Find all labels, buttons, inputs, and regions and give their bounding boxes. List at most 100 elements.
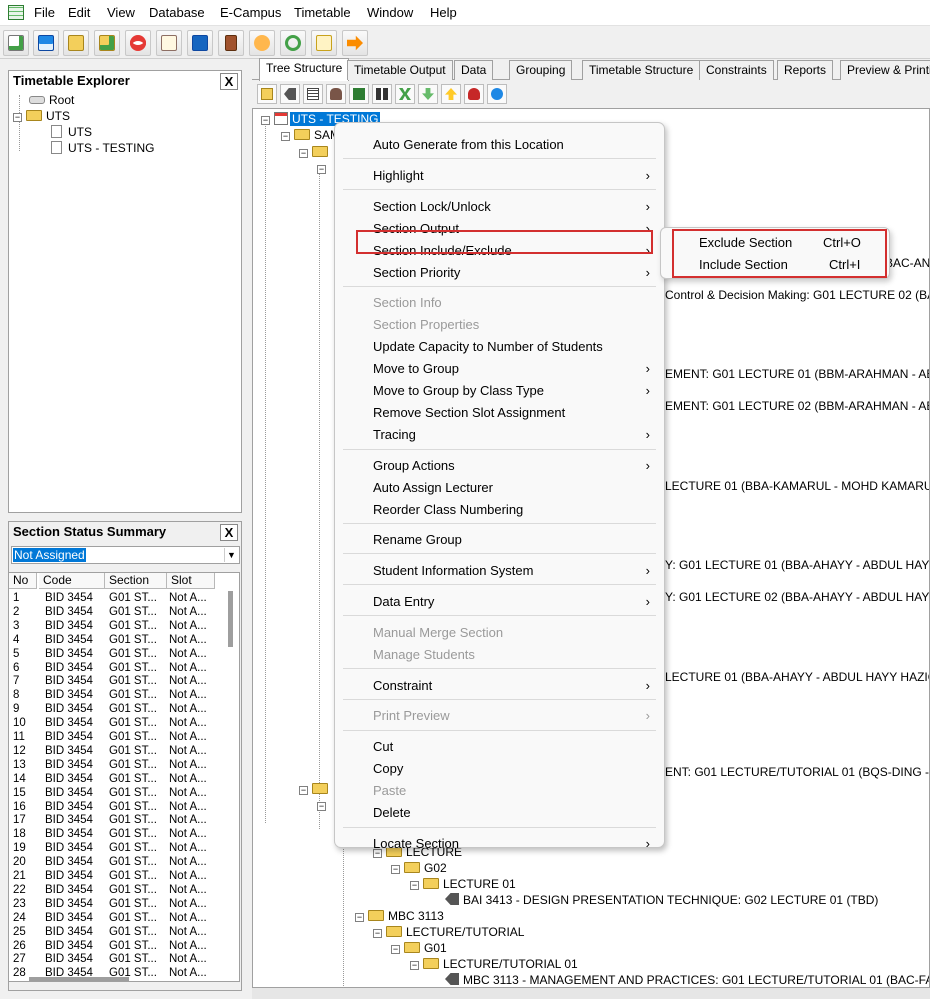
table-row[interactable]: 5 BID 3454 G01 ST... Not A... — [9, 647, 219, 661]
table-row[interactable]: 25 BID 3454 G01 ST... Not A... — [9, 925, 219, 939]
open-folder-button[interactable] — [63, 30, 89, 56]
menu-timetable[interactable]: Timetable — [294, 5, 351, 20]
table-row[interactable]: 3 BID 3454 G01 ST... Not A... — [9, 619, 219, 633]
download-button[interactable] — [418, 84, 438, 104]
table-row[interactable]: 24 BID 3454 G01 ST... Not A... — [9, 911, 219, 925]
tab-timetable-structure[interactable]: Timetable Structure — [582, 60, 701, 80]
table-row[interactable]: 18 BID 3454 G01 ST... Not A... — [9, 827, 219, 841]
table-row[interactable]: 13 BID 3454 G01 ST... Not A... — [9, 758, 219, 772]
tree-node-lecture-01[interactable]: − LECTURE 01 — [410, 877, 516, 891]
menu-edit[interactable]: Edit — [68, 5, 90, 20]
context-item-reorder-class-numbering[interactable]: Reorder Class Numbering — [335, 500, 664, 520]
table-row[interactable]: 11 BID 3454 G01 ST... Not A... — [9, 730, 219, 744]
menu-ecampus[interactable]: E-Campus — [220, 5, 281, 20]
tree-node-mbc3113[interactable]: − MBC 3113 — [355, 909, 444, 923]
users-button[interactable] — [249, 30, 275, 56]
tab-preview-printing[interactable]: Preview & Printing — [840, 60, 930, 80]
tree-uts-testing[interactable]: UTS - TESTING — [51, 141, 154, 155]
context-item-locate-section[interactable]: Locate Section › — [335, 834, 664, 854]
save-button[interactable] — [33, 30, 59, 56]
table-row[interactable]: 4 BID 3454 G01 ST... Not A... — [9, 633, 219, 647]
col-slot[interactable]: Slot — [167, 573, 215, 589]
table-row[interactable]: 15 BID 3454 G01 ST... Not A... — [9, 786, 219, 800]
table-row[interactable]: 16 BID 3454 G01 ST... Not A... — [9, 800, 219, 814]
collapse-icon[interactable]: − — [317, 802, 326, 811]
table-row[interactable]: 2 BID 3454 G01 ST... Not A... — [9, 605, 219, 619]
context-item-remove-section-slot-assignment[interactable]: Remove Section Slot Assignment — [335, 403, 664, 423]
collapse-icon[interactable]: − — [410, 881, 419, 890]
context-item-auto-assign-lecturer[interactable]: Auto Assign Lecturer — [335, 478, 664, 498]
list-button[interactable] — [303, 84, 323, 104]
tab-tree-structure[interactable]: Tree Structure — [259, 58, 350, 81]
status-close-button[interactable]: X — [220, 524, 238, 541]
tree-node-g02[interactable]: − G02 — [391, 861, 447, 875]
context-item-highlight[interactable]: Highlight › — [335, 166, 664, 186]
tree-partial-line[interactable]: EMENT: G01 LECTURE 02 (BBM-ARAHMAN - ABD… — [665, 399, 929, 413]
context-item-update-capacity-to-number-of-students[interactable]: Update Capacity to Number of Students — [335, 337, 664, 357]
context-item-delete[interactable]: Delete — [335, 803, 664, 823]
user-lock-button[interactable] — [464, 84, 484, 104]
collapse-icon[interactable]: − — [355, 913, 364, 922]
context-item-auto-generate-from-this-location[interactable]: Auto Generate from this Location — [335, 135, 664, 155]
context-item-section-include-exclude[interactable]: Section Include/Exclude › — [335, 241, 664, 261]
door-button[interactable] — [218, 30, 244, 56]
collapse-icon[interactable]: − — [317, 165, 326, 174]
tab-grouping[interactable]: Grouping — [509, 60, 573, 80]
merge-button[interactable] — [349, 84, 369, 104]
tab-data[interactable]: Data — [454, 60, 494, 80]
shuffle-button[interactable] — [395, 84, 415, 104]
person-button[interactable] — [326, 84, 346, 104]
tree-partial-line[interactable]: LECTURE 01 (BBA-KAMARUL - MOHD KAMARUL A… — [665, 479, 929, 493]
table-row[interactable]: 10 BID 3454 G01 ST... Not A... — [9, 716, 219, 730]
collapse-icon[interactable]: − — [391, 865, 400, 874]
tab-constraints[interactable]: Constraints — [699, 60, 774, 80]
context-item-student-information-system[interactable]: Student Information System › — [335, 561, 664, 581]
tree-node-lecture-tutorial-01[interactable]: − LECTURE/TUTORIAL 01 — [410, 957, 578, 971]
upload-button[interactable] — [311, 30, 337, 56]
tab-reports[interactable]: Reports — [777, 60, 834, 80]
context-item-section-lock-unlock[interactable]: Section Lock/Unlock › — [335, 197, 664, 217]
forward-button[interactable] — [342, 30, 368, 56]
table-row[interactable]: 8 BID 3454 G01 ST... Not A... — [9, 688, 219, 702]
tree-node-g01[interactable]: − G01 — [391, 941, 447, 955]
context-item-section-priority[interactable]: Section Priority › — [335, 263, 664, 283]
context-item-tracing[interactable]: Tracing › — [335, 425, 664, 445]
table-row[interactable]: 12 BID 3454 G01 ST... Not A... — [9, 744, 219, 758]
context-item-move-to-group[interactable]: Move to Group › — [335, 359, 664, 379]
table-row[interactable]: 20 BID 3454 G01 ST... Not A... — [9, 855, 219, 869]
col-code[interactable]: Code — [39, 573, 105, 589]
include-section-item[interactable]: Include Section Ctrl+I — [673, 254, 887, 276]
table-row[interactable]: 21 BID 3454 G01 ST... Not A... — [9, 869, 219, 883]
tree-node-section-bai3413[interactable]: BAI 3413 - DESIGN PRESENTATION TECHNIQUE… — [445, 893, 878, 907]
stop-button[interactable] — [125, 30, 151, 56]
tree-hscrollbar[interactable] — [252, 988, 930, 999]
explorer-close-button[interactable]: X — [220, 73, 238, 90]
tree-partial-line[interactable]: ENT: G01 LECTURE/TUTORIAL 01 (BQS-DING -… — [665, 765, 929, 779]
collapse-icon[interactable]: − — [299, 786, 308, 795]
collapse-icon[interactable]: − — [299, 149, 308, 158]
table-row[interactable]: 27 BID 3454 G01 ST... Not A... — [9, 952, 219, 966]
context-item-move-to-group-by-class-type[interactable]: Move to Group by Class Type › — [335, 381, 664, 401]
sync-button[interactable] — [487, 84, 507, 104]
context-item-section-output[interactable]: Section Output › — [335, 219, 664, 239]
folder-button[interactable] — [257, 84, 277, 104]
col-no[interactable]: No — [9, 573, 37, 589]
table-scrollbar[interactable] — [228, 591, 233, 647]
tree-node-lecture-tutorial[interactable]: − LECTURE/TUTORIAL — [373, 925, 524, 939]
tree-node-folder[interactable]: − — [299, 782, 332, 796]
menu-help[interactable]: Help — [430, 5, 457, 20]
table-row[interactable]: 19 BID 3454 G01 ST... Not A... — [9, 841, 219, 855]
tree-node-child[interactable]: − — [299, 145, 332, 159]
context-item-group-actions[interactable]: Group Actions › — [335, 456, 664, 476]
table-row[interactable]: 9 BID 3454 G01 ST... Not A... — [9, 702, 219, 716]
context-item-constraint[interactable]: Constraint › — [335, 676, 664, 696]
table-row[interactable]: 23 BID 3454 G01 ST... Not A... — [9, 897, 219, 911]
table-row[interactable]: 6 BID 3454 G01 ST... Not A... — [9, 661, 219, 675]
tree-node-child[interactable]: − — [317, 798, 330, 812]
tab-timetable-output[interactable]: Timetable Output — [347, 60, 453, 80]
tree-partial-line[interactable]: BAC-AND — [885, 256, 929, 270]
tree-node-sam[interactable]: − SAM — [281, 128, 340, 142]
new-file-button[interactable] — [3, 30, 29, 56]
menu-view[interactable]: View — [107, 5, 135, 20]
add-folder-button[interactable] — [94, 30, 120, 56]
